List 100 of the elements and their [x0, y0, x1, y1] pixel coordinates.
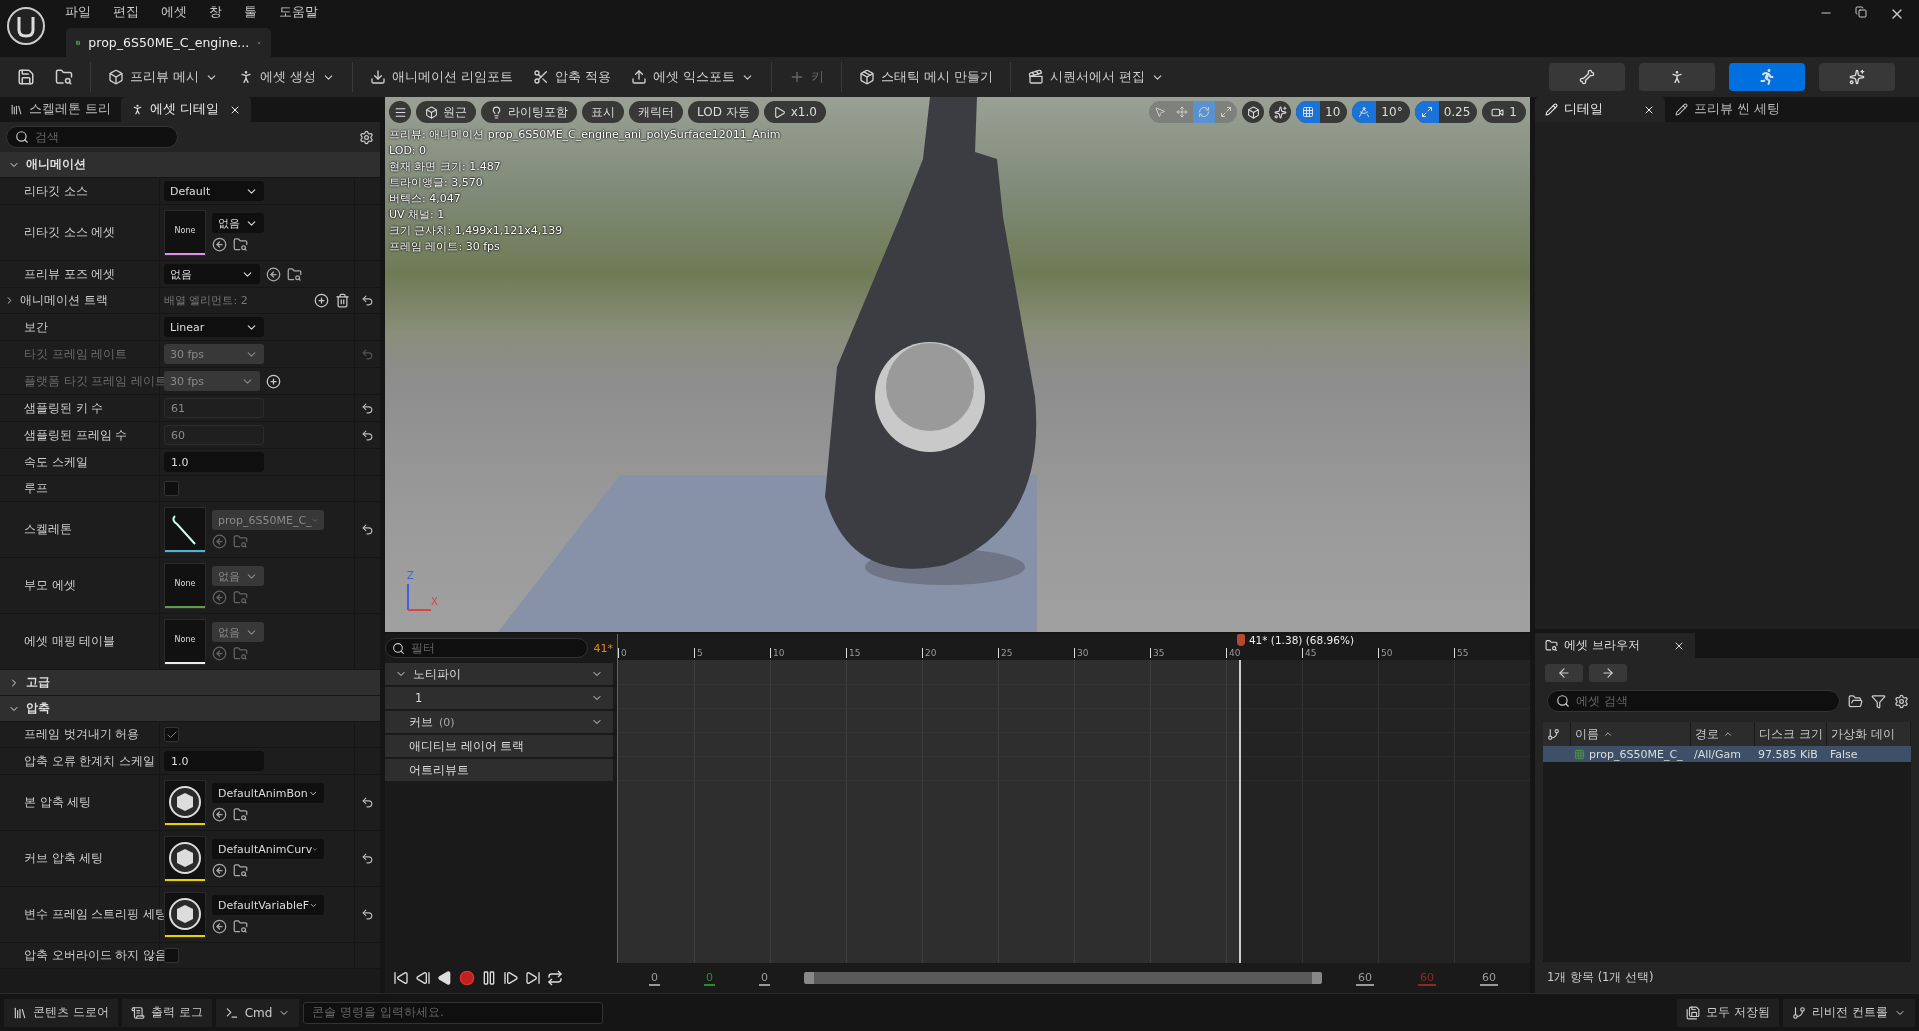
number-field[interactable]: 1.0 [164, 452, 264, 472]
restore-icon[interactable] [1855, 6, 1867, 18]
transport-button[interactable] [525, 970, 541, 986]
settings-icon[interactable] [1894, 693, 1909, 709]
track-row[interactable]: 애디티브 레이어 트랙 [385, 735, 613, 757]
checkbox[interactable] [164, 948, 179, 963]
dropdown[interactable]: DefaultAnimBon [212, 783, 324, 803]
snap-button[interactable]: 10° [1352, 101, 1410, 123]
playhead-marker[interactable] [1236, 634, 1245, 646]
section-header[interactable]: 애니메이션 [0, 152, 380, 178]
menu-item[interactable]: 툴 [235, 4, 266, 21]
viewport-button[interactable]: 표시 [582, 101, 624, 123]
trash-icon[interactable] [335, 293, 350, 308]
snap-button[interactable]: 10 [1296, 101, 1348, 123]
reset-icon[interactable] [361, 908, 374, 921]
dropdown[interactable]: Linear [164, 317, 264, 337]
asset-thumbnail[interactable]: None [164, 209, 206, 256]
range-number[interactable]: 60 [1480, 970, 1498, 986]
menu-item[interactable]: 파일 [56, 4, 100, 21]
number-field[interactable]: 1.0 [164, 751, 264, 771]
use-selected-icon[interactable] [212, 237, 227, 252]
transport-button[interactable] [503, 970, 519, 986]
viewport-button[interactable]: 라이팅포함 [481, 101, 577, 123]
mode-button[interactable] [1819, 63, 1895, 91]
reset-icon[interactable] [361, 852, 374, 865]
logo-icon[interactable] [6, 6, 46, 46]
transport-button[interactable] [481, 970, 497, 986]
timeline-scrollbar[interactable] [804, 972, 1322, 984]
filter-icon[interactable] [1871, 693, 1886, 709]
status-button[interactable]: 리비전 컨트롤 [1783, 998, 1915, 1027]
toolbar-button[interactable]: 시퀀서에서 편집 [1018, 61, 1173, 93]
reset-icon[interactable] [361, 294, 374, 307]
camera-speed-button[interactable]: 1 [1482, 101, 1526, 123]
track-row[interactable]: 1 [385, 687, 613, 709]
asset-thumbnail[interactable] [164, 835, 206, 882]
browse-icon[interactable] [233, 863, 248, 878]
snap-button[interactable]: 0.25 [1414, 101, 1478, 123]
asset-thumbnail[interactable] [164, 891, 206, 938]
mode-button[interactable] [1729, 63, 1805, 91]
use-selected-icon[interactable] [212, 863, 227, 878]
browse-icon[interactable] [233, 807, 248, 822]
settings-icon[interactable] [359, 129, 374, 145]
dropdown[interactable]: DefaultAnimCurv [212, 839, 324, 859]
panel-tab[interactable]: 디테일 [1535, 97, 1665, 122]
document-tab[interactable]: prop_6S50ME_C_engine... [66, 28, 271, 57]
use-selected-icon[interactable] [212, 807, 227, 822]
viewport-button[interactable]: x1.0 [763, 101, 826, 123]
menu-item[interactable]: 도움말 [270, 4, 327, 21]
status-button[interactable]: 콘텐츠 드로어 [4, 998, 118, 1027]
track-row[interactable]: 노티파이 [385, 663, 613, 685]
status-button[interactable]: 출력 로그 [121, 998, 212, 1027]
back-button[interactable] [1545, 664, 1583, 682]
section-header[interactable]: 압축 [0, 696, 380, 722]
transport-button[interactable] [393, 970, 409, 986]
menu-item[interactable]: 에셋 [152, 4, 196, 21]
use-selected-icon[interactable] [212, 919, 227, 934]
transport-button[interactable] [415, 970, 431, 986]
browse-icon[interactable] [287, 266, 302, 282]
toolbar-button[interactable]: 애니메이션 리임포트 [360, 61, 522, 93]
mode-button[interactable] [1549, 63, 1625, 91]
use-selected-icon[interactable] [266, 266, 281, 282]
cmd-dropdown[interactable]: Cmd [215, 998, 300, 1027]
status-button[interactable]: 모두 저장됨 [1677, 998, 1780, 1027]
range-number[interactable]: 0 [759, 970, 770, 986]
add-icon[interactable] [314, 293, 329, 308]
asset-thumbnail[interactable] [164, 779, 206, 826]
dropdown[interactable]: 없음 [212, 213, 264, 233]
browse-icon[interactable] [233, 237, 248, 252]
panel-tab[interactable]: 에셋 디테일 [121, 97, 251, 122]
asset-row[interactable]: prop_6S50ME_C_ /All/Gam 97.585 KiB False [1543, 746, 1911, 762]
track-row[interactable]: 어트리뷰트 [385, 759, 613, 781]
checkbox[interactable] [164, 481, 179, 496]
track-row[interactable]: 커브 (0) [385, 711, 613, 733]
range-number[interactable]: 0 [704, 970, 715, 986]
viewport-button[interactable]: LOD 자동 [688, 101, 759, 123]
toolbar-button[interactable]: 에셋 익스포트 [621, 61, 763, 93]
toolbar-button[interactable]: 스태틱 메시 만들기 [849, 61, 1002, 93]
toolbar-button[interactable]: 압축 적용 [523, 61, 620, 93]
dropdown[interactable]: 없음 [164, 264, 260, 284]
browse-icon[interactable] [233, 919, 248, 934]
transport-button[interactable] [547, 970, 563, 986]
viewport-button[interactable]: 캐릭터 [629, 101, 683, 123]
panel-tab[interactable]: 프리뷰 씬 세팅 [1665, 97, 1790, 122]
checkbox[interactable] [164, 727, 179, 742]
panel-tab[interactable]: 에셋 브라우저 [1535, 633, 1695, 658]
range-number[interactable]: 0 [649, 970, 660, 986]
toolbar-button[interactable]: 에셋 생성 [229, 61, 344, 93]
dropdown[interactable]: DefaultVariableF [212, 895, 324, 915]
panel-tab[interactable]: 스켈레톤 트리 [0, 97, 121, 122]
dropdown[interactable]: Default [164, 181, 264, 201]
toolbar-button[interactable]: 프리뷰 메시 [99, 61, 227, 93]
menu-item[interactable]: 편집 [104, 4, 148, 21]
forward-button[interactable] [1589, 664, 1627, 682]
range-number[interactable]: 60 [1356, 970, 1374, 986]
viewport-button[interactable]: 원근 [416, 101, 476, 123]
reset-icon[interactable] [361, 796, 374, 809]
menu-item[interactable]: 창 [200, 4, 231, 21]
section-header[interactable]: 고급 [0, 670, 380, 696]
folder-icon[interactable] [1848, 693, 1863, 709]
transport-button[interactable] [437, 970, 453, 986]
